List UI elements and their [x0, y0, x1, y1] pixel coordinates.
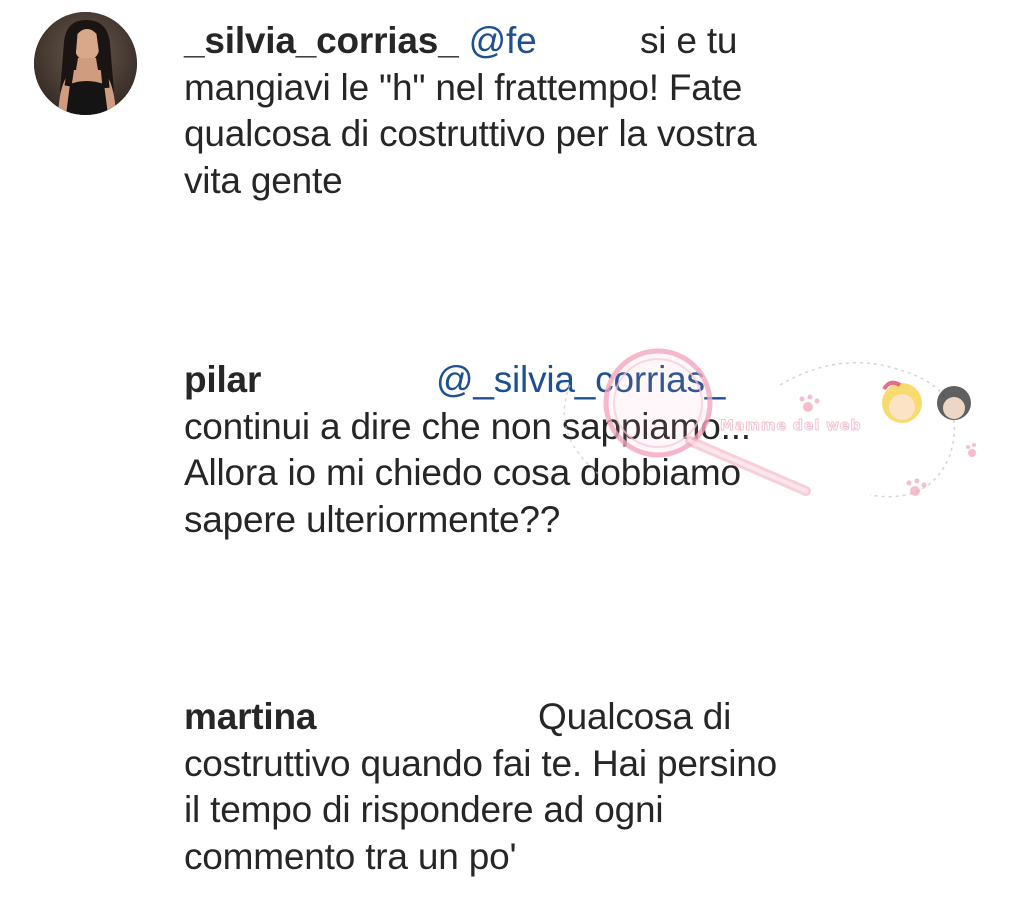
comment-text: sapere ulteriormente??: [184, 498, 561, 540]
comment-username[interactable]: martina: [184, 696, 316, 737]
comment-text: continui a dire che non sappiamo...: [184, 405, 751, 447]
comment-text: mangiavi le "h" nel frattempo! Fate: [184, 66, 743, 108]
comment-text: qualcosa di costruttivo per la vostra: [184, 113, 757, 154]
comment-line: martina Qualcosa di: [184, 694, 884, 741]
comment-mention[interactable]: @_silvia_corrias_: [436, 357, 725, 404]
comment-text: si e tu: [640, 20, 738, 61]
avatar[interactable]: [34, 12, 137, 115]
comment-username[interactable]: pilar: [184, 359, 261, 400]
comment-text: Allora io mi chiedo cosa dobbiamo: [184, 452, 741, 493]
comment: pilar @_silvia_corrias_ continui a dire …: [184, 357, 884, 543]
avatar-photo: [34, 12, 137, 115]
comment-username[interactable]: _silvia_corrias_: [184, 20, 459, 61]
comment-text: vita gente: [184, 159, 343, 201]
comment-line: _silvia_corrias_ @fe si e tu: [184, 18, 884, 65]
comment-text: commento tra un po': [184, 835, 517, 877]
comment: martina Qualcosa di costruttivo quando f…: [184, 694, 884, 880]
comment-line: pilar @_silvia_corrias_: [184, 357, 884, 404]
comment-text: Qualcosa di: [538, 696, 732, 737]
comment-text: costruttivo quando fai te. Hai persino: [184, 742, 777, 784]
comment-text: il tempo di rispondere ad ogni: [184, 789, 664, 830]
comment: _silvia_corrias_ @fe si e tu mangiavi le…: [184, 18, 884, 204]
comment-mention[interactable]: @fe: [469, 20, 537, 61]
